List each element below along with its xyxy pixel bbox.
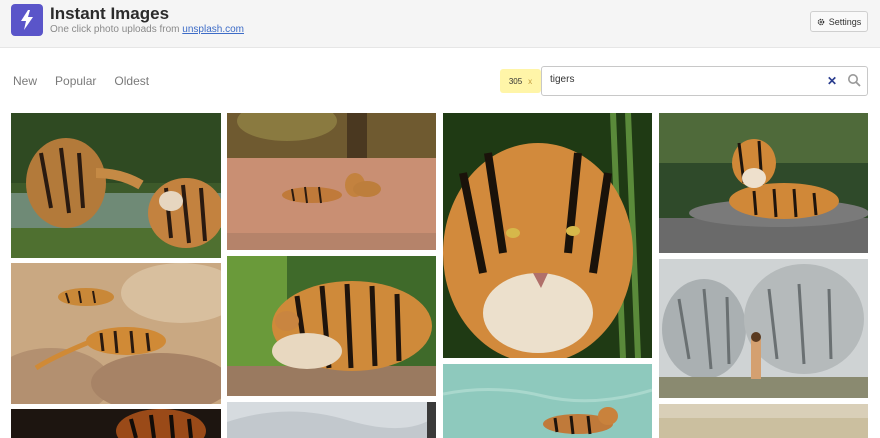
photo-tiger-mural[interactable] xyxy=(659,259,868,398)
sort-tabs: New Popular Oldest xyxy=(13,74,149,88)
gear-icon xyxy=(817,18,825,25)
app-header: Instant Images One click photo uploads f… xyxy=(0,0,880,48)
photo-tigers-road[interactable] xyxy=(227,113,436,250)
tab-new[interactable]: New xyxy=(13,74,37,88)
search-input[interactable] xyxy=(550,74,810,85)
photo-white-object[interactable] xyxy=(227,402,436,438)
search-icon[interactable] xyxy=(847,73,861,87)
app-subtitle: One click photo uploads from unsplash.co… xyxy=(50,24,244,35)
photo-tigers-water[interactable] xyxy=(11,113,221,258)
tab-oldest[interactable]: Oldest xyxy=(114,74,149,88)
photo-tiger-swimming[interactable] xyxy=(443,364,652,438)
tab-popular[interactable]: Popular xyxy=(55,74,96,88)
photo-grass-field[interactable] xyxy=(659,404,868,438)
clear-results-button[interactable]: x xyxy=(528,77,532,86)
app-title: Instant Images xyxy=(50,4,170,23)
results-count: 305 xyxy=(508,76,523,86)
results-count-badge: 305 x xyxy=(500,69,541,93)
close-icon[interactable]: ✕ xyxy=(827,74,837,88)
photo-tiger-on-rock[interactable] xyxy=(659,113,868,253)
unsplash-link[interactable]: unsplash.com xyxy=(182,24,244,35)
lightning-bolt-icon xyxy=(11,4,43,36)
settings-label: Settings xyxy=(828,16,862,27)
photo-tigers-rocks[interactable] xyxy=(11,263,221,404)
photo-dark-tiger[interactable] xyxy=(11,409,221,438)
settings-button[interactable]: Settings xyxy=(810,11,868,32)
photo-tiger-face[interactable] xyxy=(443,113,652,358)
photo-tiger-lying[interactable] xyxy=(227,256,436,396)
search-box: ✕ xyxy=(541,66,868,96)
subtitle-text: One click photo uploads from xyxy=(50,24,183,35)
